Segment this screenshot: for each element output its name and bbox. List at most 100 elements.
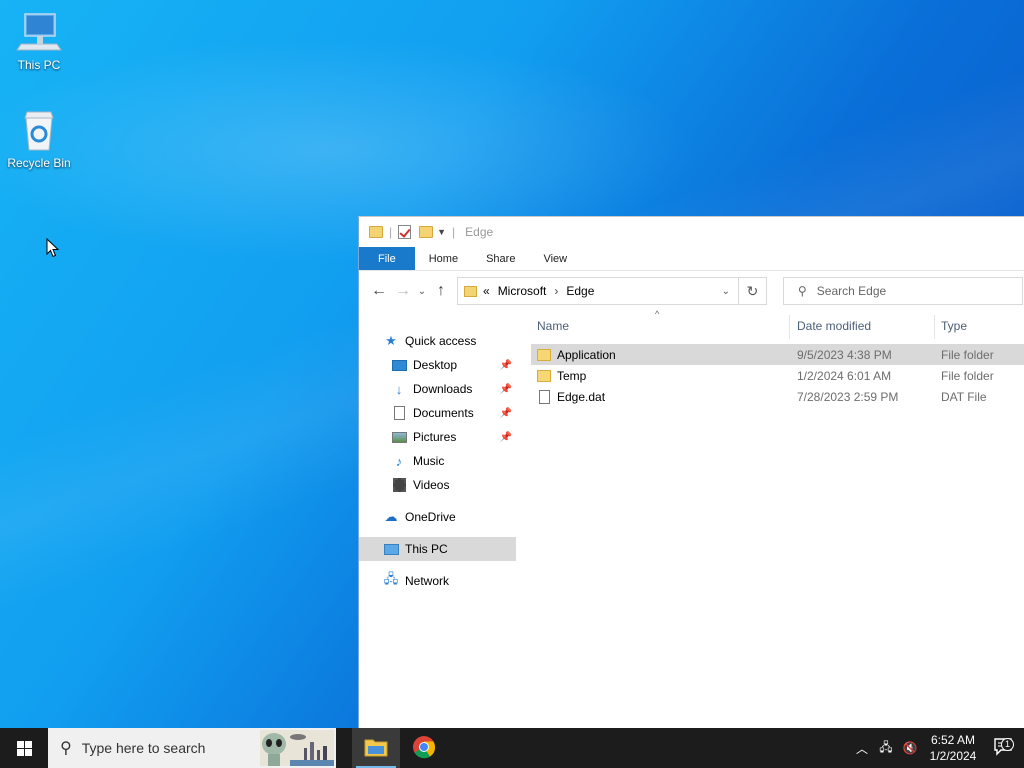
search-placeholder: Search Edge	[816, 284, 887, 298]
taskbar-chrome[interactable]	[400, 728, 448, 768]
clock[interactable]: 6:52 AM 1/2/2024	[922, 732, 984, 764]
tab-view[interactable]: View	[529, 247, 581, 270]
back-arrow-icon[interactable]: ←	[367, 282, 391, 300]
properties-icon[interactable]	[398, 225, 412, 239]
column-date-modified[interactable]: Date modified	[797, 319, 871, 333]
nav-documents[interactable]: Documents 📌	[359, 401, 516, 425]
nav-this-pc[interactable]: This PC	[359, 537, 516, 561]
recent-locations-icon[interactable]: ⌄	[415, 286, 429, 297]
refresh-button[interactable]: ↻	[739, 277, 767, 305]
pin-icon[interactable]: 📌	[500, 408, 512, 419]
up-arrow-icon[interactable]: ↑	[429, 282, 453, 300]
chrome-icon	[412, 735, 436, 762]
ribbon-tabs: File Home Share View	[359, 247, 1024, 271]
column-divider[interactable]	[934, 315, 935, 339]
taskbar: ⚲ Type here to search ︿ 🖧 🔇 6:52 AM 1/2/…	[0, 728, 1024, 768]
action-center-button[interactable]: 1	[984, 737, 1024, 759]
nav-music[interactable]: ♪ Music	[359, 449, 516, 473]
file-row-edge-dat[interactable]: Edge.dat 7/28/2023 2:59 PM DAT File	[531, 386, 1024, 407]
breadcrumb-edge[interactable]: Edge	[566, 284, 594, 298]
nav-label: Network	[405, 574, 450, 588]
title-divider: |	[452, 225, 456, 239]
navigation-pane: ★ Quick access Desktop 📌 ↓ Downloads 📌 D…	[359, 311, 516, 728]
nav-label: Desktop	[413, 358, 458, 372]
column-name[interactable]: Name	[537, 319, 569, 333]
column-headers: ^ Name Date modified Type	[531, 309, 1024, 341]
forward-arrow-icon[interactable]: →	[391, 282, 415, 300]
customize-toolbar-icon[interactable]: ▼	[437, 227, 446, 237]
notification-count: 1	[1001, 737, 1014, 751]
download-arrow-icon: ↓	[395, 381, 403, 397]
recycle-bin-icon	[15, 108, 63, 152]
new-folder-icon[interactable]	[419, 226, 434, 238]
address-row: ← → ⌄ ↑ « Microsoft › Edge ⌄ ↻ ⚲ Search …	[359, 271, 1024, 311]
nav-label: OneDrive	[405, 510, 456, 524]
nav-quick-access[interactable]: ★ Quick access	[359, 329, 516, 353]
nav-onedrive[interactable]: ☁ OneDrive	[359, 505, 516, 529]
nav-label: This PC	[405, 542, 448, 556]
file-date: 1/2/2024 6:01 AM	[797, 368, 892, 383]
column-divider[interactable]	[789, 315, 790, 339]
title-bar[interactable]: | ▼ | Edge	[359, 217, 1024, 247]
document-icon	[391, 405, 407, 421]
chevron-up-icon[interactable]: ︿	[850, 740, 874, 757]
system-tray: ︿ 🖧 🔇 6:52 AM 1/2/2024 1	[850, 728, 1024, 768]
pin-icon[interactable]: 📌	[500, 432, 512, 443]
folder-icon	[537, 369, 551, 382]
nav-desktop[interactable]: Desktop 📌	[359, 353, 516, 377]
start-button[interactable]	[0, 728, 48, 768]
nav-pictures[interactable]: Pictures 📌	[359, 425, 516, 449]
file-name: Temp	[557, 368, 587, 383]
nav-label: Pictures	[413, 430, 457, 444]
folder-icon	[369, 226, 383, 238]
nav-label: Quick access	[405, 334, 477, 348]
file-row-temp[interactable]: Temp 1/2/2024 6:01 AM File folder	[531, 365, 1024, 386]
breadcrumb-microsoft[interactable]: Microsoft	[498, 284, 547, 298]
taskbar-search-box[interactable]: ⚲ Type here to search	[48, 728, 336, 768]
tab-home[interactable]: Home	[415, 247, 472, 270]
chevron-down-icon[interactable]: ⌄	[722, 286, 730, 297]
volume-muted-icon[interactable]: 🔇	[898, 741, 922, 755]
star-icon: ★	[385, 333, 397, 348]
file-row-application[interactable]: Application 9/5/2023 4:38 PM File folder	[531, 344, 1024, 365]
desktop-icon-label: This PC	[17, 58, 61, 72]
pin-icon[interactable]: 📌	[500, 360, 512, 371]
nav-videos[interactable]: Videos	[359, 473, 516, 497]
windows-logo-icon	[16, 740, 32, 756]
title-divider: |	[389, 225, 393, 239]
file-date: 7/28/2023 2:59 PM	[797, 389, 899, 404]
nav-label: Music	[413, 454, 445, 468]
file-explorer-window[interactable]: | ▼ | Edge File Home Share View ← → ⌄ ↑ …	[358, 216, 1024, 728]
tab-share[interactable]: Share	[472, 247, 529, 270]
search-icon: ⚲	[798, 284, 807, 298]
chevron-right-icon[interactable]: ›	[554, 284, 558, 298]
folder-icon	[537, 348, 551, 361]
address-bar[interactable]: « Microsoft › Edge ⌄	[457, 277, 739, 305]
column-type[interactable]: Type	[941, 319, 967, 333]
mouse-cursor-icon	[46, 237, 60, 261]
tab-file[interactable]: File	[359, 247, 415, 270]
desktop-icon-this-pc[interactable]: This PC	[1, 10, 77, 72]
search-highlight-image	[260, 730, 334, 766]
nav-network[interactable]: 🖧 Network	[359, 569, 516, 593]
file-name: Application	[557, 347, 616, 362]
nav-label: Downloads	[413, 382, 473, 396]
desktop-icon	[391, 357, 407, 373]
clock-date: 1/2/2024	[929, 749, 977, 763]
cloud-icon: ☁	[384, 509, 398, 524]
file-name: Edge.dat	[557, 389, 606, 404]
network-icon[interactable]: 🖧	[874, 738, 898, 759]
file-icon	[539, 389, 550, 404]
file-explorer-icon	[364, 737, 388, 760]
music-note-icon: ♪	[395, 453, 403, 469]
network-icon: 🖧	[383, 571, 399, 586]
file-type: File folder	[941, 347, 994, 362]
nav-downloads[interactable]: ↓ Downloads 📌	[359, 377, 516, 401]
search-input[interactable]: ⚲ Search Edge	[783, 277, 1023, 305]
pin-icon[interactable]: 📌	[500, 384, 512, 395]
breadcrumb-overflow[interactable]: «	[483, 284, 490, 298]
taskbar-file-explorer[interactable]	[352, 728, 400, 768]
file-list: ^ Name Date modified Type Application 9/…	[531, 309, 1024, 728]
desktop-icon-recycle-bin[interactable]: Recycle Bin	[1, 108, 77, 170]
monitor-icon	[383, 541, 399, 557]
